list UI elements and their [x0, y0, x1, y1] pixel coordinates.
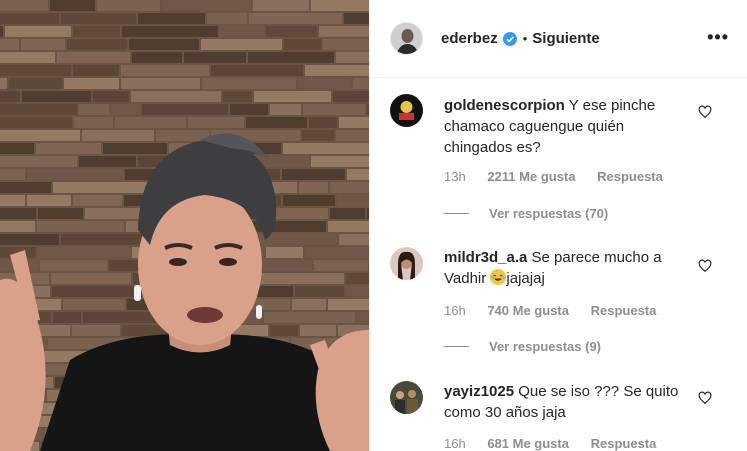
view-replies-button[interactable]: Ver respuestas (9): [444, 339, 601, 354]
like-heart-icon[interactable]: [698, 391, 712, 405]
comment-meta: 13h 2211 Me gusta Respuesta: [444, 169, 681, 184]
replies-line: [444, 346, 469, 347]
reply-button[interactable]: Respuesta: [597, 169, 663, 184]
comment-text: yayiz1025 Que se iso ??? Se quito como 3…: [444, 381, 694, 423]
post-header: ederbez • Siguiente •••: [370, 0, 747, 78]
view-replies-label: Ver respuestas (70): [489, 206, 609, 221]
commenter-avatar[interactable]: [390, 94, 423, 127]
more-options-icon[interactable]: •••: [707, 28, 729, 46]
verified-badge-icon: [502, 31, 517, 46]
post-video[interactable]: [0, 0, 369, 451]
reply-button[interactable]: Respuesta: [591, 436, 657, 451]
comment-text: mildr3d_a.a Se parece mucho a Vadhir jaj…: [444, 247, 694, 289]
author-avatar[interactable]: [390, 22, 423, 55]
comment-meta: 16h 740 Me gusta Respuesta: [444, 303, 674, 318]
comment-likes[interactable]: 681 Me gusta: [487, 436, 569, 451]
reply-button[interactable]: Respuesta: [591, 303, 657, 318]
commenter-username[interactable]: mildr3d_a.a: [444, 249, 527, 266]
comment-text: goldenescorpion Y ese pinche chamaco cag…: [444, 95, 694, 158]
commenter-avatar[interactable]: [390, 247, 423, 280]
follow-button[interactable]: Siguiente: [532, 30, 600, 47]
commenter-username[interactable]: yayiz1025: [444, 383, 514, 400]
comment-likes[interactable]: 740 Me gusta: [487, 303, 569, 318]
laughing-emoji-icon: [490, 269, 507, 285]
person-speaking: [0, 133, 369, 451]
comment-likes[interactable]: 2211 Me gusta: [487, 169, 575, 184]
comment-body-end: jajajaj: [506, 270, 545, 287]
commenter-username[interactable]: goldenescorpion: [444, 97, 565, 114]
like-heart-icon[interactable]: [698, 259, 712, 273]
view-replies-label: Ver respuestas (9): [489, 339, 602, 354]
separator-dot: •: [522, 31, 528, 46]
like-heart-icon[interactable]: [698, 105, 712, 119]
commenter-avatar[interactable]: [390, 381, 423, 414]
comment-meta: 16h 681 Me gusta Respuesta: [444, 436, 674, 451]
comment-time: 16h: [444, 303, 466, 318]
post-view: ederbez • Siguiente ••• goldenescorpion …: [0, 0, 747, 451]
replies-line: [444, 213, 469, 214]
author-username[interactable]: ederbez: [441, 30, 498, 47]
comment-time: 13h: [444, 169, 466, 184]
comments-panel: ederbez • Siguiente ••• goldenescorpion …: [369, 0, 747, 451]
comment-time: 16h: [444, 436, 466, 451]
view-replies-button[interactable]: Ver respuestas (70): [444, 206, 608, 221]
